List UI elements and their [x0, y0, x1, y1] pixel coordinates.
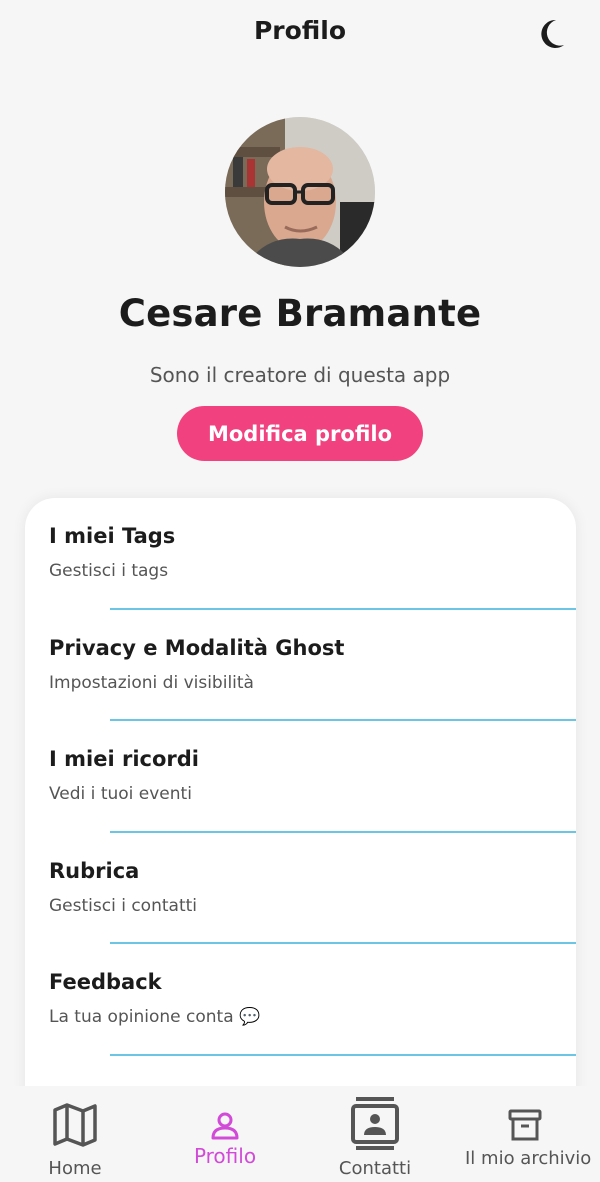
- moon-icon[interactable]: [536, 18, 566, 50]
- menu-item-feedback[interactable]: Feedback La tua opinione conta 💬: [25, 944, 576, 1056]
- nav-label: Home: [48, 1158, 102, 1179]
- menu-item-subtitle: Gestisci i contatti: [49, 895, 197, 916]
- avatar[interactable]: [225, 117, 375, 267]
- edit-profile-button[interactable]: Modifica profilo: [177, 406, 423, 461]
- nav-home[interactable]: Home: [25, 1086, 125, 1182]
- menu-item-subtitle: La tua opinione conta 💬: [49, 1007, 261, 1027]
- profile-name: Cesare Bramante: [118, 292, 482, 335]
- top-app-bar: Profilo: [0, 0, 600, 68]
- page-title: Profilo: [253, 16, 347, 45]
- map-icon: [53, 1103, 97, 1147]
- nav-label: Il mio archivio: [465, 1148, 592, 1169]
- menu-item-subtitle: Impostazioni di visibilità: [49, 672, 254, 693]
- divider: [110, 1053, 576, 1056]
- menu-item-title: Privacy e Modalità Ghost: [49, 635, 345, 660]
- menu-item-title: I miei ricordi: [49, 747, 199, 771]
- menu-item-title: I miei Tags: [49, 524, 176, 548]
- bottom-navigation: Home Profilo Contatti Il mio archivio: [0, 1086, 600, 1182]
- contacts-icon: [351, 1097, 399, 1150]
- nav-contacts[interactable]: Contatti: [325, 1086, 425, 1182]
- menu-item-title: Rubrica: [49, 858, 140, 883]
- menu-item-tags[interactable]: I miei Tags Gestisci i tags: [25, 498, 576, 610]
- menu-item-privacy[interactable]: Privacy e Modalità Ghost Impostazioni di…: [25, 610, 576, 721]
- menu-item-subtitle: Gestisci i tags: [49, 561, 169, 581]
- person-icon: [211, 1112, 239, 1140]
- archive-icon: [508, 1109, 542, 1141]
- menu-item-title: Feedback: [49, 970, 162, 994]
- nav-archive[interactable]: Il mio archivio: [465, 1086, 592, 1182]
- settings-card: I miei Tags Gestisci i tags Privacy e Mo…: [25, 498, 576, 1118]
- nav-label: Profilo: [193, 1144, 257, 1168]
- menu-item-subtitle: Vedi i tuoi eventi: [49, 784, 192, 804]
- nav-profile[interactable]: Profilo: [175, 1086, 275, 1182]
- profile-bio: Sono il creatore di questa app: [149, 363, 451, 387]
- menu-item-contacts[interactable]: Rubrica Gestisci i contatti: [25, 833, 576, 944]
- nav-label: Contatti: [338, 1158, 412, 1179]
- avatar-photo: [225, 117, 375, 267]
- menu-item-memories[interactable]: I miei ricordi Vedi i tuoi eventi: [25, 721, 576, 833]
